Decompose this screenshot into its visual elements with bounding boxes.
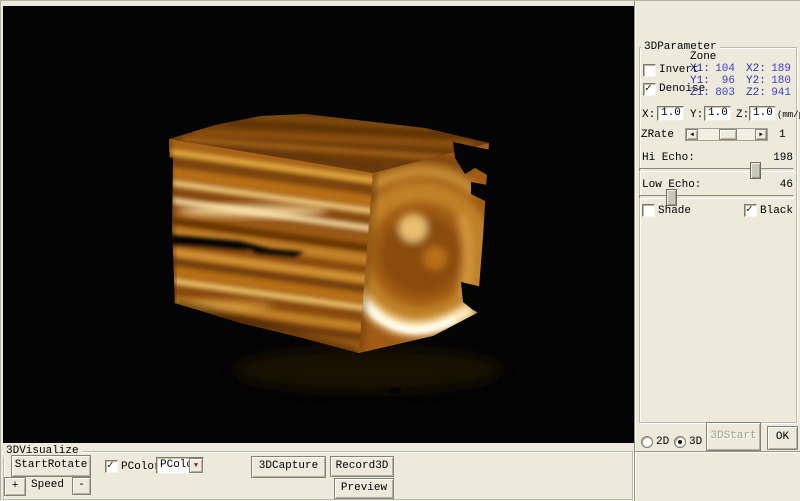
radio-dot bbox=[678, 440, 682, 444]
black-label: Black bbox=[760, 205, 793, 217]
zone-z1-value: 803 bbox=[707, 87, 735, 99]
scale-unit-label: (mm/p) bbox=[777, 109, 800, 121]
x-scale-label: X: bbox=[642, 109, 655, 121]
capture3d-button[interactable]: 3DCapture bbox=[251, 456, 326, 478]
speed-plus-button[interactable]: + bbox=[4, 477, 26, 496]
zrate-scroll-right-icon[interactable]: ► bbox=[755, 129, 767, 140]
mode-3d-radio[interactable] bbox=[674, 436, 686, 448]
invert-checkbox[interactable] bbox=[643, 64, 656, 77]
zone-x2-value: 189 bbox=[763, 63, 791, 75]
z-scale-input[interactable] bbox=[749, 106, 776, 121]
record3d-button[interactable]: Record3D bbox=[330, 456, 394, 477]
speed-label: Speed bbox=[31, 479, 64, 491]
visualize-panel: 3DVisualize StartRotate + Speed - ✓ PCol… bbox=[1, 443, 634, 501]
denoise-checkbox[interactable]: ✓ bbox=[643, 83, 656, 96]
zrate-label: ZRate bbox=[641, 129, 674, 141]
shade-checkbox[interactable] bbox=[642, 204, 655, 217]
hi-echo-label: Hi Echo: bbox=[642, 152, 695, 164]
pcolor-dropdown[interactable]: PColor ▼ bbox=[156, 457, 204, 474]
mode-2d-label: 2D bbox=[656, 436, 669, 448]
zone-z2-value: 941 bbox=[763, 87, 791, 99]
zrate-value: 1 bbox=[779, 129, 786, 141]
zrate-scroll-left-icon[interactable]: ◄ bbox=[686, 129, 698, 140]
zone-x1-value: 104 bbox=[707, 63, 735, 75]
preview-button[interactable]: Preview bbox=[334, 478, 394, 499]
low-echo-slider-thumb[interactable] bbox=[666, 189, 677, 206]
check-icon: ✓ bbox=[746, 202, 753, 216]
zone-y1-value: 96 bbox=[707, 75, 735, 87]
dropdown-arrow-icon[interactable]: ▼ bbox=[189, 458, 203, 473]
hi-echo-value: 198 bbox=[765, 152, 793, 164]
low-echo-value: 46 bbox=[765, 179, 793, 191]
y-scale-label: Y: bbox=[690, 109, 703, 121]
z-scale-label: Z: bbox=[736, 109, 749, 121]
mode-3d-label: 3D bbox=[689, 436, 702, 448]
zrate-scrollbar[interactable]: ◄ ► bbox=[685, 128, 768, 141]
black-checkbox[interactable]: ✓ bbox=[744, 204, 757, 217]
speed-minus-button[interactable]: - bbox=[72, 477, 91, 495]
zone-y2-value: 180 bbox=[763, 75, 791, 87]
pcolor-checkbox[interactable]: ✓ bbox=[105, 460, 118, 473]
y-scale-input[interactable] bbox=[704, 106, 731, 121]
viewport-3d[interactable] bbox=[3, 6, 634, 443]
parameter-panel: 3DParameter Invert ✓ Denoise Zone X1: 10… bbox=[634, 1, 800, 501]
x-scale-input[interactable] bbox=[657, 106, 684, 121]
check-icon: ✓ bbox=[645, 81, 652, 95]
volume-3d-render[interactable] bbox=[3, 6, 634, 443]
volume-floor-glow bbox=[233, 348, 503, 392]
mode-2d-radio[interactable] bbox=[641, 436, 653, 448]
hi-echo-slider-track[interactable] bbox=[639, 168, 794, 172]
start-rotate-button[interactable]: StartRotate bbox=[11, 455, 91, 477]
check-icon: ✓ bbox=[107, 458, 114, 472]
ok-button[interactable]: OK bbox=[767, 426, 798, 450]
panel-divider bbox=[635, 451, 800, 453]
shade-label: Shade bbox=[658, 205, 691, 217]
low-echo-slider-track[interactable] bbox=[639, 195, 794, 199]
hi-echo-slider-thumb[interactable] bbox=[750, 162, 761, 179]
zrate-scrollbar-thumb[interactable] bbox=[719, 129, 737, 140]
app-window: { "icons": { "check": "✓", "scroll_left"… bbox=[0, 0, 800, 500]
parameter-groupbox bbox=[639, 47, 797, 423]
start3d-button[interactable]: 3DStart bbox=[706, 422, 761, 451]
zone-label: Zone bbox=[690, 51, 716, 63]
pcolor-label: PColor bbox=[121, 461, 161, 473]
